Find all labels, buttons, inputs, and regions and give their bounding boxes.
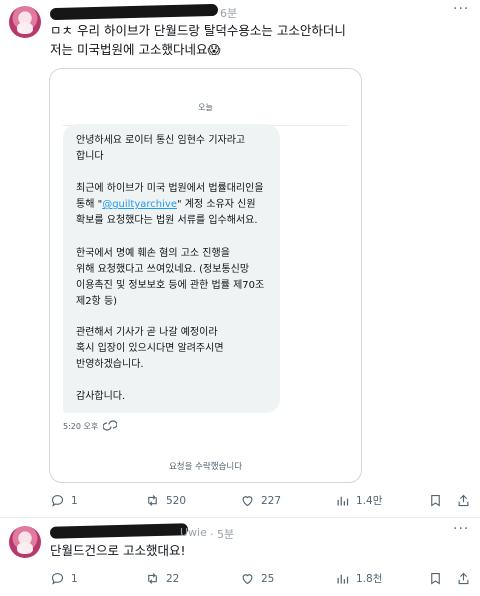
retweet-button[interactable]: 520: [145, 493, 186, 508]
dm-date-label: 오늘: [198, 103, 213, 112]
message-line: 안녕하세요 로이터 통신 임현수 기자라고: [76, 135, 246, 146]
retweet-count: 22: [166, 572, 180, 585]
reply-icon: [51, 494, 64, 507]
more-icon[interactable]: ···: [453, 521, 469, 537]
tweet-time[interactable]: · 5분: [210, 526, 234, 542]
views-count: 1.4만: [356, 495, 383, 507]
views-icon: [337, 496, 349, 506]
message-text: 통해 ": [76, 199, 103, 210]
share-icon: [458, 572, 469, 585]
share-icon: [458, 494, 469, 507]
message-text: " 계정 소유자 신원: [176, 199, 256, 210]
message-line-with-link: 통해 "@guiltyarchive" 계정 소유자 신원: [76, 198, 256, 212]
bookmark-icon: [431, 572, 440, 585]
retweet-icon: [148, 495, 157, 506]
redacted-name: [49, 523, 189, 539]
tweet-text: 단월드건으로 고소했대요!: [50, 543, 186, 558]
seen-icon: [103, 420, 117, 431]
redacted-name: [49, 3, 219, 21]
views-icon: [337, 574, 349, 584]
tweet-actions: 1 520 227 1.4만: [0, 493, 480, 511]
bookmark-button[interactable]: [428, 571, 444, 587]
retweet-count: 520: [166, 494, 187, 507]
message-line: 제2항 등): [76, 296, 118, 307]
like-count: 25: [261, 572, 275, 585]
tweet-handle[interactable]: Uwie: [180, 526, 207, 539]
avatar[interactable]: [9, 6, 41, 38]
message-line: 합니다: [76, 151, 104, 162]
message-line: 관련해서 기사가 곧 나갈 예정이라: [76, 327, 218, 338]
message-line: 감사합니다.: [76, 391, 126, 402]
request-accepted-text: 요청을 수락했습니다: [168, 462, 243, 472]
reply-button[interactable]: 1: [50, 571, 78, 586]
like-count: 227: [261, 494, 282, 507]
account-link[interactable]: @guiltyarchive: [102, 199, 177, 210]
reply-count: 1: [71, 494, 78, 507]
like-button[interactable]: 227: [240, 493, 281, 508]
message-line: 위해 요청했다고 쓰여있네요. (정보통신망: [76, 264, 250, 275]
retweet-icon: [148, 573, 157, 584]
reply-count: 1: [71, 572, 78, 585]
reply-button[interactable]: 1: [50, 493, 78, 508]
message-line: 한국에서 명예 훼손 혐의 고소 진행을: [76, 248, 230, 259]
heart-icon: [242, 496, 253, 507]
message-line: 최근에 하이브가 미국 법원에서 법률대리인을: [76, 183, 264, 194]
views-button[interactable]: 1.8천: [335, 571, 382, 586]
tweet-actions: 1 22 25 1.8천: [0, 571, 480, 589]
message-line: 확보를 요청했다는 법원 서류를 입수해서요.: [76, 215, 258, 226]
like-button[interactable]: 25: [240, 571, 274, 586]
reply-icon: [51, 572, 64, 585]
message-line: 반영하겠습니다.: [76, 359, 144, 370]
avatar[interactable]: [9, 526, 41, 558]
heart-icon: [242, 574, 253, 585]
share-button[interactable]: [456, 571, 472, 587]
tweet-text-line-1: ㅁㅊ 우리 하이브가 단월드랑 탈덕수용소는 고소안하더니: [50, 23, 346, 38]
views-count: 1.8천: [356, 573, 383, 585]
message-line: 혹시 입장이 있으시다면 알려주시면: [76, 343, 224, 354]
more-icon[interactable]: ···: [453, 1, 469, 17]
message-line: 이용촉진 및 정보보호 등에 관한 법률 제70조: [76, 280, 265, 291]
divider: [0, 517, 480, 518]
tweet-time[interactable]: 6분: [220, 5, 237, 21]
bookmark-icon: [431, 494, 440, 507]
share-button[interactable]: [456, 493, 472, 509]
retweet-button[interactable]: 22: [145, 571, 179, 586]
message-time: 5:20 오후: [63, 422, 99, 431]
bookmark-button[interactable]: [428, 493, 444, 509]
views-button[interactable]: 1.4만: [335, 493, 382, 508]
tweet-text-line-2: 저는 미국법원에 고소했다네요😱: [50, 42, 221, 57]
